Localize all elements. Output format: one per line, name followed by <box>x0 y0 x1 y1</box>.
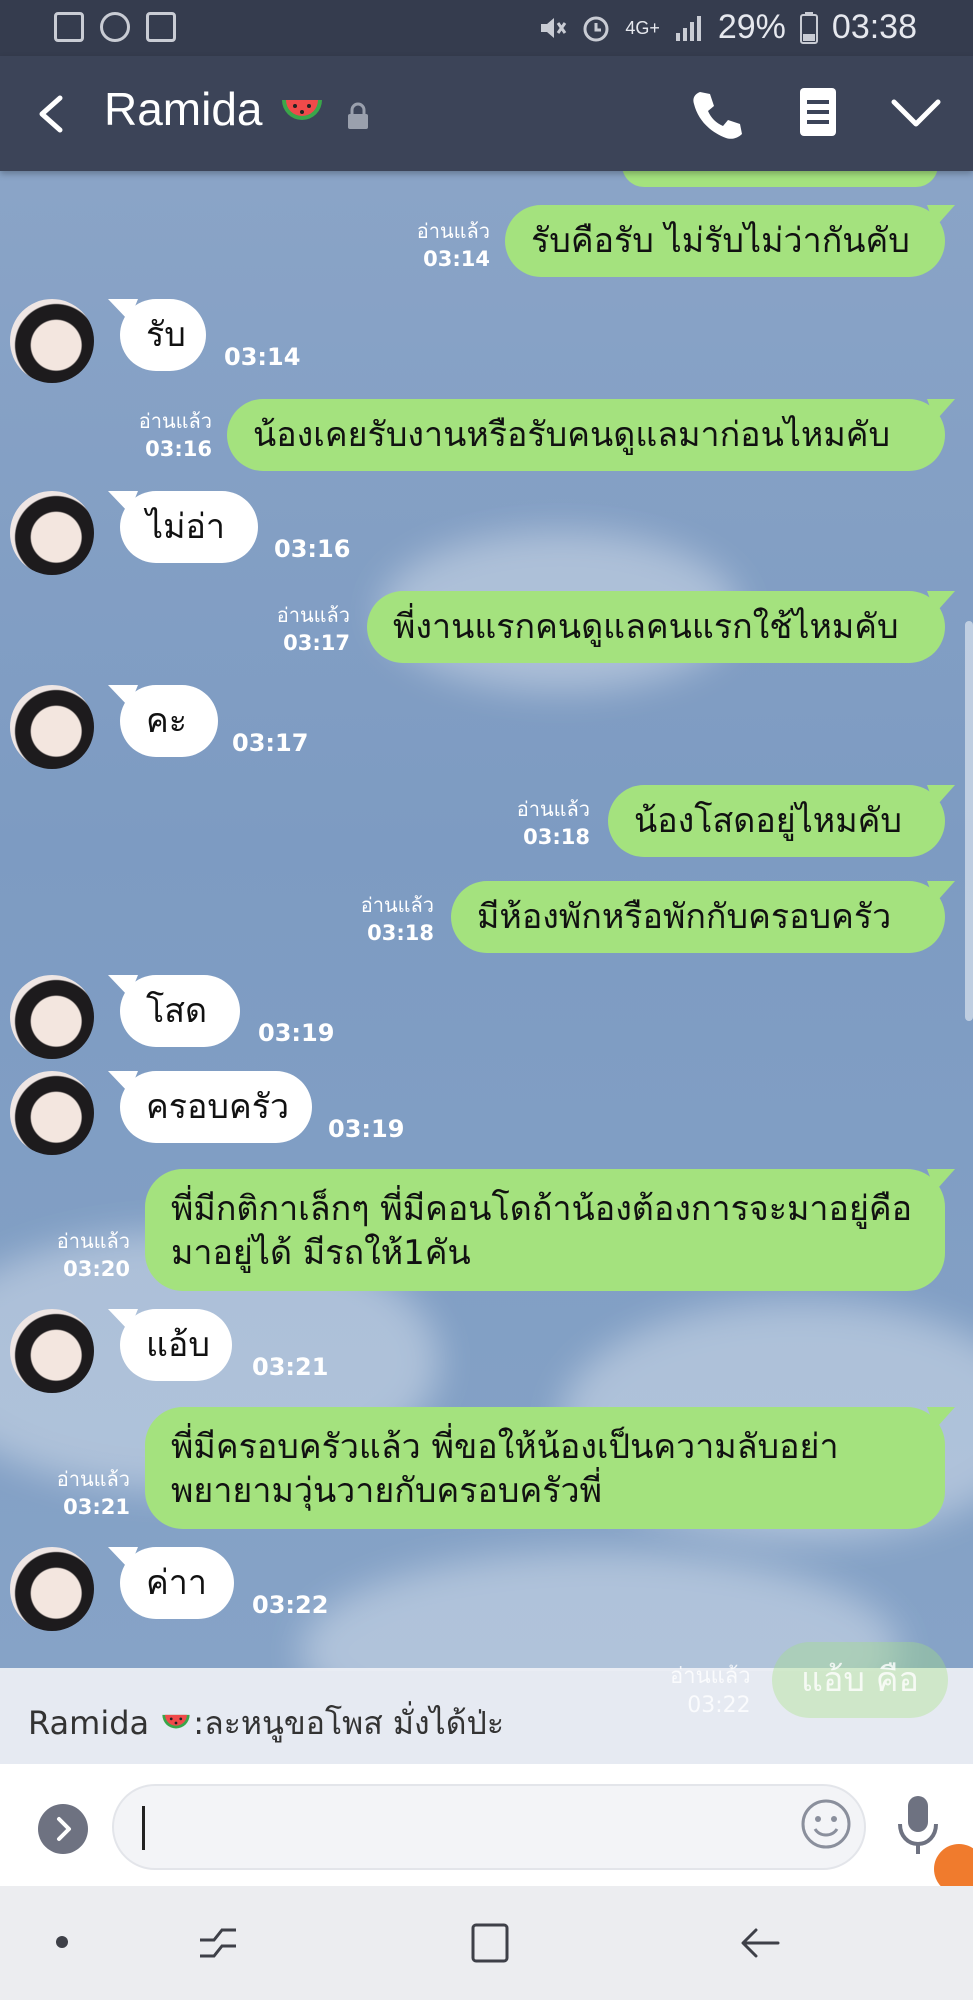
avatar[interactable] <box>10 299 94 383</box>
message-input-bar <box>0 1764 973 1894</box>
message-bubble[interactable]: พี่มีครอบครัวแล้ว พี่ขอให้น้องเป็นความลั… <box>145 1407 945 1529</box>
signal-icon <box>675 15 701 41</box>
message-input[interactable] <box>112 1784 866 1870</box>
back-icon[interactable] <box>30 92 74 136</box>
preview-message: :ละหนูขอโพส มั่งได้ป่ะ <box>193 1704 505 1742</box>
mute-icon <box>541 17 567 38</box>
message-time: 03:17 <box>283 631 350 655</box>
message-time: 03:19 <box>258 1019 335 1047</box>
scrollbar[interactable] <box>965 621 973 1021</box>
message-time: 03:21 <box>252 1353 329 1381</box>
mic-icon[interactable] <box>896 1794 940 1858</box>
message-meta: อ่านแล้ว 03:18 <box>274 891 434 947</box>
home-icon[interactable] <box>470 1922 510 1964</box>
battery-icon <box>799 11 818 44</box>
message-meta: อ่านแล้ว 03:14 <box>330 217 490 273</box>
text-caret <box>142 1806 145 1850</box>
message-preview-banner[interactable]: อ่านแล้ว 03:22 แอ้บ คือ Ramida :ละหนูขอโ… <box>0 1642 973 1764</box>
status-system-area: 4G+ 29% 03:38 <box>537 8 917 47</box>
read-receipt: อ่านแล้ว <box>670 1664 751 1689</box>
message-bubble[interactable]: คะ <box>120 685 218 757</box>
avatar[interactable] <box>10 685 94 769</box>
battery-percent: 29% <box>717 8 786 46</box>
note-icon[interactable] <box>796 86 840 138</box>
message-bubble[interactable]: พี่มีกติกาเล็กๆ พี่มีคอนโดถ้าน้องต้องการ… <box>145 1169 945 1291</box>
message-bubble[interactable]: ไม่อ่า <box>120 491 258 563</box>
read-receipt: อ่านแล้ว <box>416 219 490 243</box>
message-time: 03:14 <box>423 247 490 271</box>
message-bubble[interactable]: น้องเคยรับงานหรือรับคนดูแลมาก่อนไหมคับ <box>227 399 945 471</box>
avatar[interactable] <box>10 1071 94 1155</box>
message-meta: อ่านแล้ว 03:18 <box>430 795 590 851</box>
alarm-icon <box>583 16 609 41</box>
chevron-down-icon[interactable] <box>890 94 942 134</box>
gallery-icon <box>54 12 84 42</box>
message-bubble[interactable]: ค่าา <box>120 1547 234 1619</box>
message-bubble[interactable]: มีห้องพักหรือพักกับครอบครัว <box>451 881 945 953</box>
message-time: 03:22 <box>252 1591 329 1619</box>
network-type: 4G+ <box>625 17 660 38</box>
message-time: 03:21 <box>63 1495 130 1519</box>
preview-sender: Ramida <box>28 1704 150 1742</box>
message-meta: อ่านแล้ว 03:21 <box>0 1465 130 1521</box>
checklist-icon <box>146 12 176 42</box>
message-meta: อ่านแล้ว 03:20 <box>0 1227 130 1283</box>
watermelon-icon <box>282 100 322 120</box>
contact-name[interactable]: Ramida <box>104 82 263 136</box>
status-bar: 4G+ 29% 03:38 <box>0 0 973 56</box>
avatar[interactable] <box>10 491 94 575</box>
emoji-icon[interactable] <box>800 1798 852 1850</box>
read-receipt: อ่านแล้ว <box>138 409 212 433</box>
expand-icon <box>57 1817 71 1841</box>
message-time: 03:18 <box>523 825 590 849</box>
status-notification-icons <box>54 12 176 42</box>
read-receipt: อ่านแล้ว <box>360 893 434 917</box>
message-time: 03:16 <box>145 437 212 461</box>
chat-header: Ramida <box>0 56 973 171</box>
read-receipt: อ่านแล้ว <box>516 797 590 821</box>
message-time: 03:19 <box>328 1115 405 1143</box>
message-time: 03:14 <box>224 343 301 371</box>
avatar[interactable] <box>10 1309 94 1393</box>
message-bubble[interactable]: ครอบครัว <box>120 1071 312 1143</box>
message-bubble-partial[interactable] <box>622 171 938 187</box>
message-bubble-faded: แอ้บ คือ <box>772 1642 948 1718</box>
read-receipt: อ่านแล้ว <box>56 1229 130 1253</box>
message-time: 03:22 <box>687 1693 751 1718</box>
message-bubble[interactable]: แอ้บ <box>120 1309 232 1381</box>
clock: 03:38 <box>831 8 917 46</box>
message-meta: อ่านแล้ว 03:16 <box>52 407 212 463</box>
message-meta: อ่านแล้ว 03:17 <box>190 601 350 657</box>
message-time: 03:18 <box>367 921 434 945</box>
message-bubble[interactable]: โสด <box>120 975 240 1047</box>
avatar[interactable] <box>10 1547 94 1631</box>
lock-icon <box>348 102 368 129</box>
message-time: 03:20 <box>63 1257 130 1281</box>
back-nav-icon[interactable] <box>738 1922 782 1964</box>
read-receipt: อ่านแล้ว <box>56 1467 130 1491</box>
message-bubble[interactable]: พี่งานแรกคนดูแลคนแรกใช้ไหมคับ <box>367 591 945 663</box>
call-icon[interactable] <box>690 88 742 140</box>
recent-apps-icon[interactable] <box>196 1922 240 1964</box>
expand-button[interactable] <box>38 1804 88 1854</box>
preview-text: Ramida :ละหนูขอโพส มั่งได้ป่ะ <box>28 1698 504 1749</box>
watermelon-icon <box>162 1714 190 1729</box>
system-nav-bar <box>0 1886 973 2000</box>
record-icon <box>100 12 130 42</box>
message-bubble[interactable]: รับ <box>120 299 206 371</box>
chat-area[interactable]: อ่านแล้ว 03:14 รับคือรับ ไม่รับไม่ว่ากัน… <box>0 171 973 1671</box>
avatar[interactable] <box>10 975 94 1059</box>
message-bubble[interactable]: รับคือรับ ไม่รับไม่ว่ากันคับ <box>505 205 945 277</box>
nav-dot-icon[interactable] <box>56 1936 68 1948</box>
message-time: 03:17 <box>232 729 309 757</box>
message-meta: อ่านแล้ว 03:22 <box>670 1658 751 1718</box>
read-receipt: อ่านแล้ว <box>276 603 350 627</box>
message-time: 03:16 <box>274 535 351 563</box>
message-bubble[interactable]: น้องโสดอยู่ไหมคับ <box>608 785 945 857</box>
